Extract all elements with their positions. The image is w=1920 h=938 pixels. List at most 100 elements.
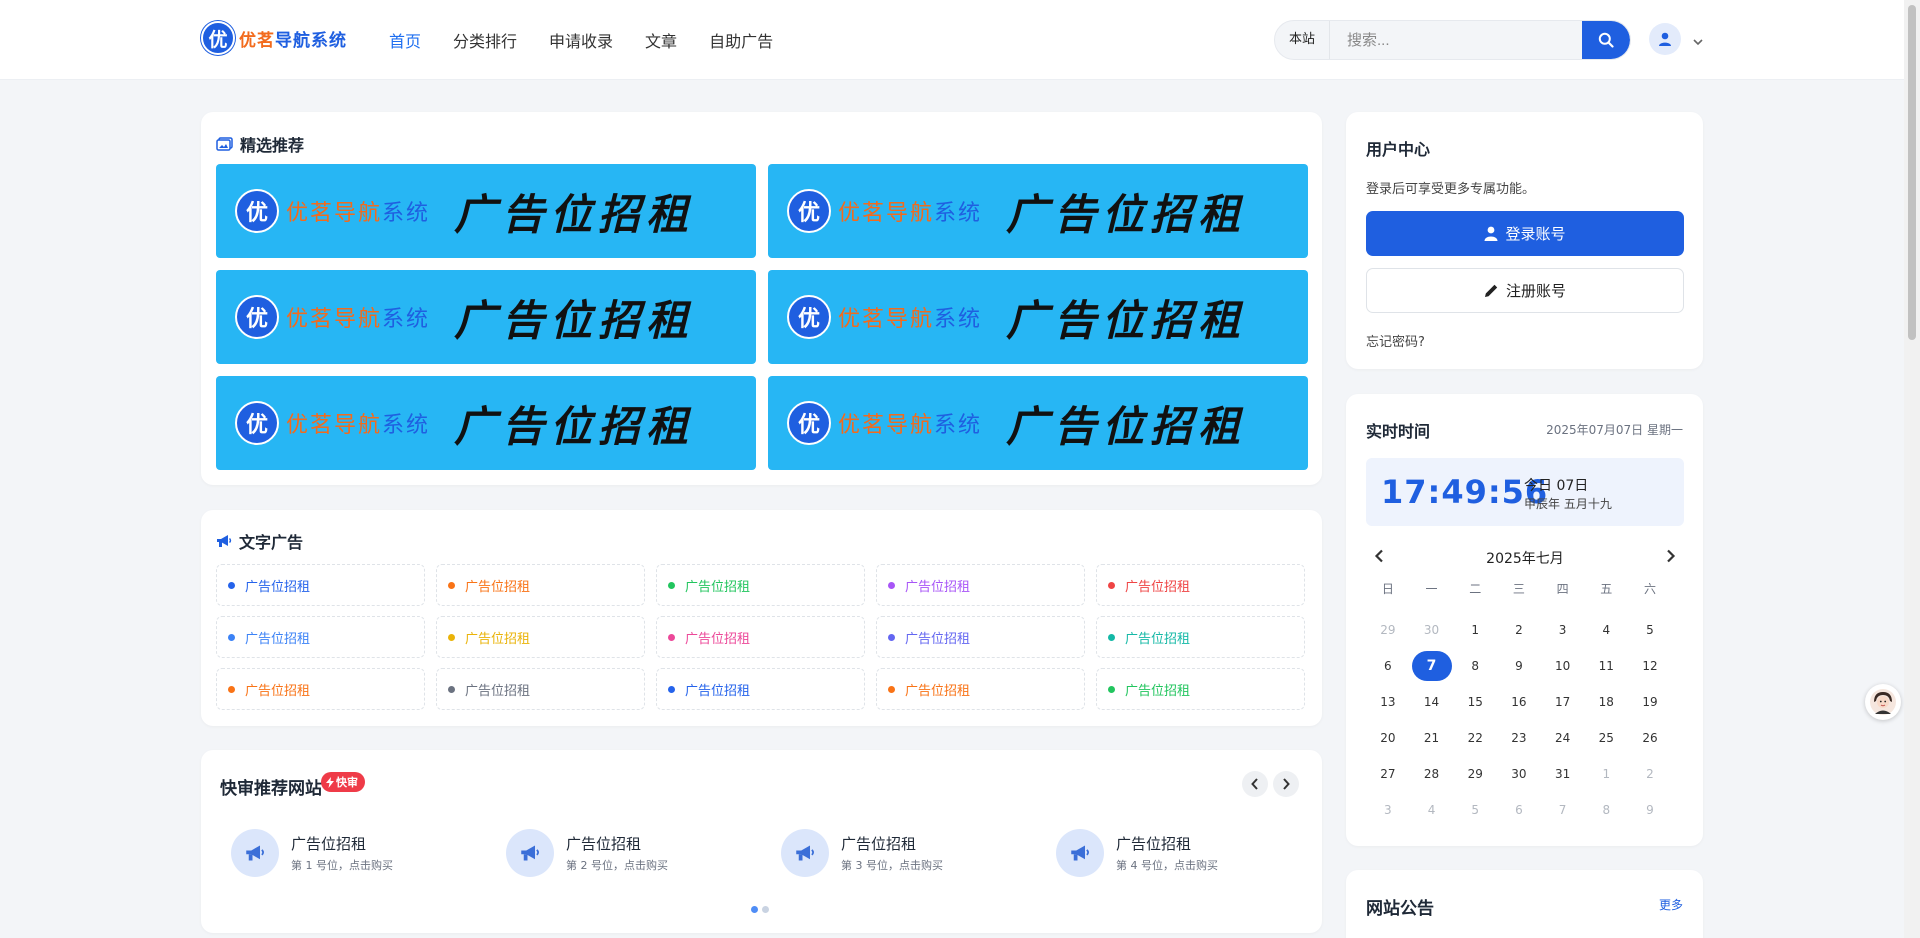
quick-review-item[interactable]: 广告位招租第 4 号位，点击购买 [1056,829,1331,877]
login-button[interactable]: 登录账号 [1366,211,1684,256]
calendar-day[interactable]: 10 [1541,648,1585,684]
text-ad-item[interactable]: 广告位招租 [876,668,1085,710]
calendar-day[interactable]: 26 [1628,720,1672,756]
text-ad-label: 广告位招租 [245,579,311,595]
calendar-day[interactable]: 23 [1497,720,1541,756]
calendar-day[interactable]: 6 [1366,648,1410,684]
register-button[interactable]: 注册账号 [1366,268,1684,313]
chevron-down-icon[interactable] [1692,31,1704,50]
calendar-day[interactable]: 18 [1584,684,1628,720]
calendar-day[interactable]: 12 [1628,648,1672,684]
calendar-day[interactable]: 11 [1584,648,1628,684]
forgot-password-link[interactable]: 忘记密码? [1366,331,1425,350]
calendar-day[interactable]: 22 [1453,720,1497,756]
text-ad-item[interactable]: 广告位招租 [1096,668,1305,710]
text-ad-item[interactable]: 广告位招租 [656,616,865,658]
calendar-day[interactable]: 1 [1584,756,1628,792]
clock-box: 17:49:56 今日 07日 甲辰年 五月十九 [1366,458,1684,526]
site-logo[interactable]: 优 优茗导航系统 [201,21,347,55]
calendar-day[interactable]: 27 [1366,756,1410,792]
text-ad-item[interactable]: 广告位招租 [1096,616,1305,658]
calendar-day[interactable]: 15 [1453,684,1497,720]
calendar-day[interactable]: 9 [1628,792,1672,828]
nav-articles[interactable]: 文章 [645,28,677,52]
quick-review-item[interactable]: 广告位招租第 2 号位，点击购买 [506,829,781,877]
calendar-day[interactable]: 14 [1410,684,1454,720]
notice-more-link[interactable]: 更多 [1659,896,1683,913]
calendar-day[interactable]: 8 [1584,792,1628,828]
calendar-day[interactable]: 20 [1366,720,1410,756]
chevron-right-icon[interactable] [1666,548,1676,567]
nav-apply-listing[interactable]: 申请收录 [549,28,613,52]
calendar-day[interactable]: 2 [1497,612,1541,648]
calendar-day[interactable]: 13 [1366,684,1410,720]
calendar-day[interactable]: 30 [1497,756,1541,792]
scrollbar-thumb[interactable] [1908,5,1916,340]
calendar-day[interactable]: 19 [1628,684,1672,720]
text-ad-item[interactable]: 广告位招租 [216,668,425,710]
search-button[interactable] [1582,21,1630,59]
text-ad-grid: 广告位招租 广告位招租 广告位招租 广告位招租 广告位招租 广告位招租 广告位招租 广告位招租… [216,564,1305,710]
calendar-day[interactable]: 5 [1628,612,1672,648]
quick-review-name: 广告位招租 [566,835,642,853]
ad-banner[interactable]: 优优茗导航系统 广告位招租 [768,164,1308,258]
carousel-dot[interactable] [762,906,769,913]
calendar-day[interactable]: 3 [1366,792,1410,828]
quick-review-item[interactable]: 广告位招租第 3 号位，点击购买 [781,829,1056,877]
text-ad-item[interactable]: 广告位招租 [656,564,865,606]
ad-banner[interactable]: 优优茗导航系统 广告位招租 [768,376,1308,470]
ad-banner[interactable]: 优优茗导航系统 广告位招租 [216,270,756,364]
calendar-day[interactable]: 5 [1453,792,1497,828]
calendar-day[interactable]: 1 [1453,612,1497,648]
text-ad-item[interactable]: 广告位招租 [876,564,1085,606]
user-avatar[interactable] [1649,23,1681,55]
nav-home[interactable]: 首页 [389,28,421,52]
ad-banner[interactable]: 优优茗导航系统 广告位招租 [216,376,756,470]
nav-category-ranking[interactable]: 分类排行 [453,28,517,52]
calendar-day[interactable]: 8 [1453,648,1497,684]
nav-self-service-ads[interactable]: 自助广告 [709,28,773,52]
page-scrollbar[interactable] [1904,0,1920,938]
text-ad-item[interactable]: 广告位招租 [216,616,425,658]
quick-review-item[interactable]: 广告位招租第 1 号位，点击购买 [231,829,506,877]
realtime-title: 实时时间 [1366,422,1431,441]
calendar-day[interactable]: 7 [1541,792,1585,828]
calendar-day[interactable]: 4 [1410,792,1454,828]
search-scope-select[interactable]: 本站 [1275,21,1330,59]
text-ad-item[interactable]: 广告位招租 [1096,564,1305,606]
calendar-day[interactable]: 6 [1497,792,1541,828]
calendar-day[interactable]: 16 [1497,684,1541,720]
calendar-day[interactable]: 31 [1541,756,1585,792]
calendar-day[interactable]: 9 [1497,648,1541,684]
text-ad-item[interactable]: 广告位招租 [436,564,645,606]
calendar-day[interactable]: 3 [1541,612,1585,648]
calendar-day[interactable]: 4 [1584,612,1628,648]
text-ads-title: 文字广告 [216,529,303,553]
carousel-dot[interactable] [751,906,758,913]
support-avatar[interactable] [1865,684,1901,720]
calendar-day-today[interactable]: 7 [1410,648,1454,684]
quick-review-list: 广告位招租第 1 号位，点击购买 广告位招租第 2 号位，点击购买 广告位招租第 3… [231,829,1331,877]
banner-grid: 优优茗导航系统 广告位招租 优优茗导航系统 广告位招租 优优茗导航系统 广告位招租 优… [216,164,1308,470]
quick-prev-button[interactable] [1242,771,1268,797]
ad-banner[interactable]: 优优茗导航系统 广告位招租 [768,270,1308,364]
calendar-day[interactable]: 2 [1628,756,1672,792]
text-ad-item[interactable]: 广告位招租 [436,668,645,710]
calendar-day[interactable]: 30 [1410,612,1454,648]
calendar-day[interactable]: 17 [1541,684,1585,720]
text-ad-label: 广告位招租 [1125,683,1191,699]
text-ad-item[interactable]: 广告位招租 [216,564,425,606]
ad-banner[interactable]: 优优茗导航系统 广告位招租 [216,164,756,258]
calendar-day[interactable]: 29 [1366,612,1410,648]
calendar-day[interactable]: 25 [1584,720,1628,756]
calendar-day[interactable]: 21 [1410,720,1454,756]
text-ad-item[interactable]: 广告位招租 [656,668,865,710]
search-input[interactable] [1330,21,1582,59]
text-ad-item[interactable]: 广告位招租 [436,616,645,658]
calendar-day[interactable]: 28 [1410,756,1454,792]
text-ad-item[interactable]: 广告位招租 [876,616,1085,658]
quick-next-button[interactable] [1273,771,1299,797]
calendar-day[interactable]: 24 [1541,720,1585,756]
text-ads-card: 文字广告 广告位招租 广告位招租 广告位招租 广告位招租 广告位招租 广告位招租 广告位招租… [201,510,1322,726]
calendar-day[interactable]: 29 [1453,756,1497,792]
